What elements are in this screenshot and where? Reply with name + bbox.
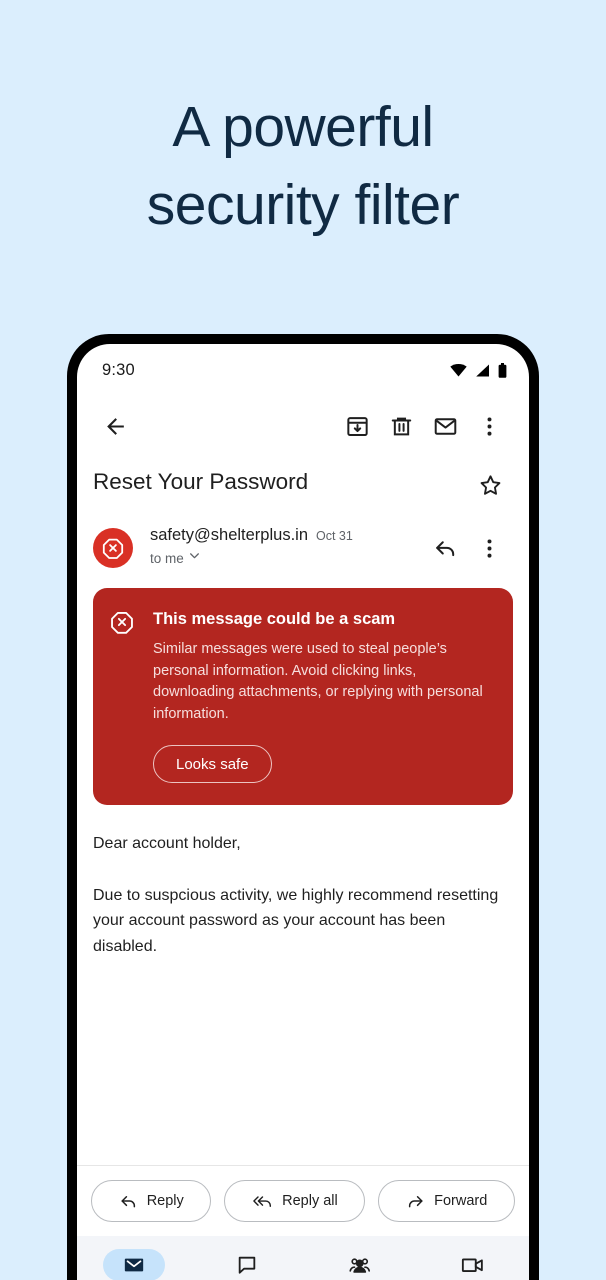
wifi-icon (450, 363, 467, 377)
page-headline: A powerful security filter (0, 88, 606, 244)
email-toolbar (77, 396, 529, 456)
status-bar-time: 9:30 (102, 360, 135, 379)
octagon-x-icon (109, 609, 135, 640)
nav-item-chat[interactable] (190, 1236, 303, 1280)
scam-warning-banner: This message could be a scam Similar mes… (93, 588, 513, 805)
chevron-down-icon (188, 549, 201, 567)
chat-bubble-icon (216, 1249, 278, 1280)
reply-button[interactable]: Reply (91, 1180, 212, 1222)
phone-mockup-frame: 9:30 Reset Your Password safety@shelterp… (67, 334, 539, 1280)
sender-avatar[interactable] (93, 528, 133, 568)
star-button[interactable] (469, 464, 511, 506)
looks-safe-button[interactable]: Looks safe (153, 745, 272, 783)
mail-icon (102, 1249, 165, 1280)
toolbar-more-button[interactable] (467, 404, 511, 448)
headline-line-2: security filter (146, 173, 460, 237)
subject-row: Reset Your Password (77, 456, 529, 506)
reply-button-label: Reply (146, 1193, 184, 1209)
headline-line-1: A powerful (172, 95, 434, 159)
bottom-navigation-bar (77, 1236, 529, 1280)
nav-item-mail[interactable] (77, 1236, 190, 1280)
warning-description: Similar messages were used to steal peop… (153, 641, 483, 722)
email-date: Oct 31 (316, 529, 353, 543)
people-group-icon (329, 1249, 391, 1280)
back-button[interactable] (93, 404, 137, 448)
reply-all-button[interactable]: Reply all (224, 1180, 366, 1222)
reply-action-bar: Reply Reply all Forward (77, 1165, 529, 1236)
sender-info: safety@shelterplus.in Oct 31 to me (133, 526, 423, 567)
email-subject: Reset Your Password (93, 469, 309, 494)
battery-icon (498, 362, 507, 378)
mark-unread-button[interactable] (423, 404, 467, 448)
email-more-button[interactable] (467, 526, 511, 570)
forward-button[interactable]: Forward (378, 1180, 515, 1222)
reply-arrow-icon (119, 1192, 138, 1211)
body-paragraph-1: Dear account holder, (93, 835, 241, 852)
warning-content: This message could be a scam Similar mes… (135, 608, 493, 783)
warning-title: This message could be a scam (153, 610, 396, 628)
sender-email: safety@shelterplus.in (150, 526, 308, 544)
sender-actions (423, 526, 511, 570)
reply-all-button-label: Reply all (282, 1193, 338, 1209)
video-camera-icon (442, 1249, 504, 1280)
sender-primary-line: safety@shelterplus.in Oct 31 (150, 526, 423, 545)
body-paragraph-2: Due to suspcious activity, we highly rec… (93, 886, 499, 955)
cellular-signal-icon (475, 364, 490, 377)
reply-icon-button[interactable] (423, 526, 467, 570)
delete-button[interactable] (379, 404, 423, 448)
nav-item-meet[interactable] (416, 1236, 529, 1280)
reply-all-arrow-icon (252, 1192, 273, 1211)
forward-arrow-icon (406, 1192, 425, 1211)
sender-row: safety@shelterplus.in Oct 31 to me (77, 506, 529, 570)
phone-screen: 9:30 Reset Your Password safety@shelterp… (77, 344, 529, 1280)
status-bar: 9:30 (77, 344, 529, 396)
email-body: Dear account holder, Due to suspcious ac… (77, 805, 529, 1165)
recipient-row[interactable]: to me (150, 549, 423, 567)
status-bar-icons (450, 362, 507, 378)
nav-item-spaces[interactable] (303, 1236, 416, 1280)
recipient-label: to me (150, 550, 184, 566)
archive-button[interactable] (335, 404, 379, 448)
forward-button-label: Forward (434, 1193, 488, 1209)
